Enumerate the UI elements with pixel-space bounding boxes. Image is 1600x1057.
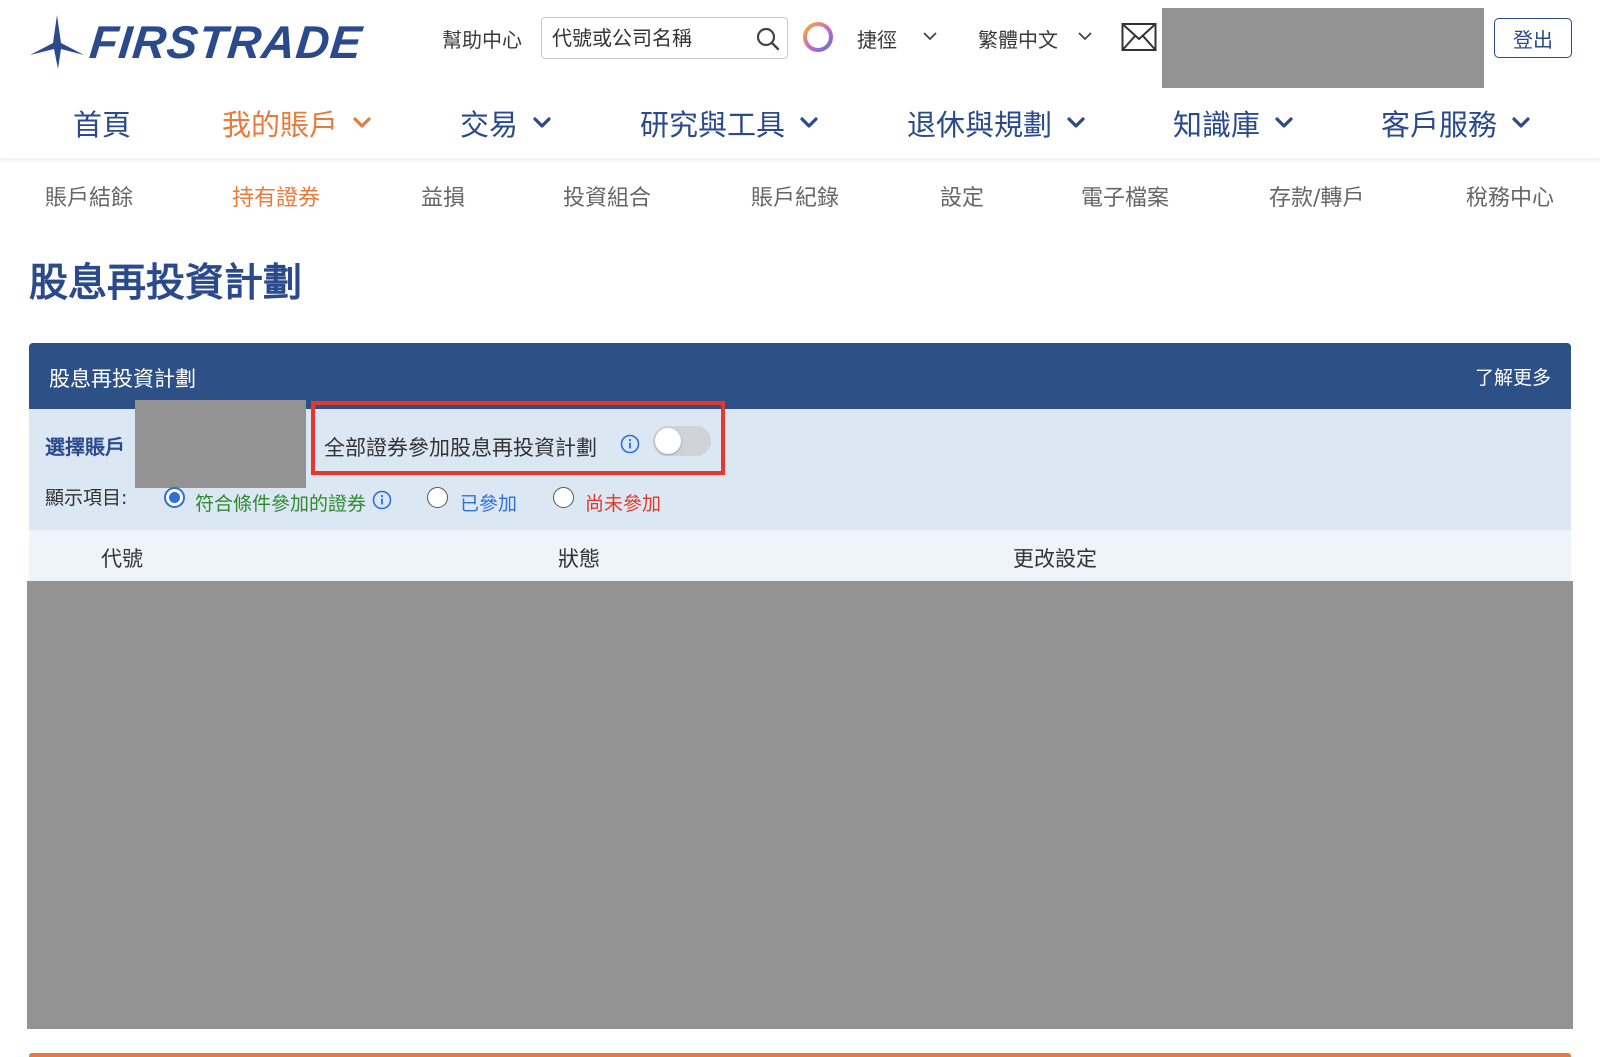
chevron-down-icon — [533, 117, 551, 128]
drip-all-toggle[interactable] — [653, 426, 711, 456]
filter-enrolled-radio[interactable] — [427, 487, 448, 508]
subnav-gain-loss[interactable]: 益損 — [421, 180, 465, 212]
nav-item-home[interactable]: 首頁 — [73, 102, 131, 144]
help-center-link[interactable]: 幫助中心 — [442, 24, 522, 53]
redacted-table-body — [27, 581, 1573, 1029]
chevron-down-icon — [1067, 117, 1085, 128]
drip-panel-controls: 選擇賬戶 全部證券參加股息再投資計劃 顯示項目: 符合條件參加的證券 已參加 尚… — [29, 400, 1571, 530]
filter-eligible-radio[interactable] — [164, 487, 185, 508]
shortcut-menu[interactable]: 捷徑 — [857, 24, 897, 53]
filter-eligible-label[interactable]: 符合條件參加的證券 — [195, 489, 366, 516]
info-icon[interactable] — [620, 434, 640, 454]
panel-title: 股息再投資計劃 — [49, 367, 196, 391]
nav-item-research-tools[interactable]: 研究與工具 — [640, 102, 819, 144]
nav-item-my-account[interactable]: 我的賬戶 — [222, 102, 372, 144]
firstrade-logo[interactable]: FIRSTRADE — [28, 12, 365, 72]
nav-item-customer-service[interactable]: 客戶服務 — [1381, 102, 1531, 144]
search-input[interactable] — [552, 18, 752, 58]
chevron-down-icon — [1275, 117, 1293, 128]
top-bar: FIRSTRADE 幫助中心 捷徑 繁體中文 登出 — [0, 0, 1600, 90]
page-title: 股息再投資計劃 — [29, 261, 303, 306]
table-header: 代號 狀態 更改設定 — [29, 530, 1571, 581]
nav-item-label: 研究與工具 — [640, 108, 786, 142]
subnav-settings[interactable]: 設定 — [940, 180, 984, 212]
nav-item-label: 退休與規劃 — [907, 108, 1053, 142]
search-icon[interactable] — [755, 26, 781, 52]
nav-item-label: 知識庫 — [1173, 108, 1261, 142]
symbol-search[interactable] — [541, 17, 788, 59]
subnav-account-history[interactable]: 賬戶紀錄 — [751, 180, 839, 212]
subnav-portfolio[interactable]: 投資組合 — [563, 180, 651, 212]
chevron-down-icon[interactable] — [1077, 30, 1093, 42]
filter-not-enrolled-radio[interactable] — [553, 487, 574, 508]
nav-item-retirement[interactable]: 退休與規劃 — [907, 102, 1086, 144]
language-selector[interactable]: 繁體中文 — [978, 24, 1058, 53]
mail-icon[interactable] — [1121, 22, 1157, 52]
nav-item-label: 我的賬戶 — [222, 108, 339, 142]
toggle-knob — [655, 428, 681, 454]
bottom-accent-bar — [29, 1053, 1571, 1057]
nav-item-label: 首頁 — [73, 108, 132, 142]
chevron-down-icon — [1512, 117, 1530, 128]
subnav-account-balance[interactable]: 賬戶結餘 — [45, 180, 133, 212]
chevron-down-icon — [353, 117, 371, 128]
color-ring-icon[interactable] — [801, 20, 835, 54]
redacted-account-info — [1162, 8, 1484, 88]
nav-item-label: 客戶服務 — [1381, 108, 1498, 142]
show-items-label: 顯示項目: — [45, 487, 128, 509]
column-header-status: 狀態 — [558, 547, 600, 571]
learn-more-link[interactable]: 了解更多 — [1475, 363, 1551, 390]
filter-not-enrolled-label[interactable]: 尚未參加 — [585, 489, 661, 516]
all-securities-drip-label: 全部證券參加股息再投資計劃 — [324, 436, 597, 460]
subnav-tax-center[interactable]: 稅務中心 — [1466, 180, 1554, 212]
nav-item-label: 交易 — [460, 108, 519, 142]
column-header-change-settings: 更改設定 — [1013, 547, 1097, 571]
subnav-e-documents[interactable]: 電子檔案 — [1081, 180, 1169, 212]
logo-arrow-icon — [30, 15, 84, 69]
subnav-positions[interactable]: 持有證券 — [232, 180, 320, 212]
logout-button[interactable]: 登出 — [1494, 18, 1572, 58]
redacted-account-selector[interactable] — [135, 400, 306, 488]
info-icon[interactable] — [372, 490, 392, 510]
chevron-down-icon — [800, 117, 818, 128]
logo-wordmark: FIRSTRADE — [87, 16, 365, 68]
main-nav: 首頁 我的賬戶 交易 研究與工具 退休與規劃 知識庫 客戶服務 — [0, 90, 1600, 158]
column-header-symbol: 代號 — [101, 547, 143, 571]
filter-enrolled-label[interactable]: 已參加 — [460, 489, 517, 516]
nav-item-trade[interactable]: 交易 — [460, 102, 552, 144]
chevron-down-icon[interactable] — [922, 30, 938, 42]
select-account-label: 選擇賬戶 — [45, 435, 125, 459]
nav-item-knowledge[interactable]: 知識庫 — [1173, 102, 1294, 144]
subnav-deposit-transfer[interactable]: 存款/轉戶 — [1269, 180, 1364, 212]
